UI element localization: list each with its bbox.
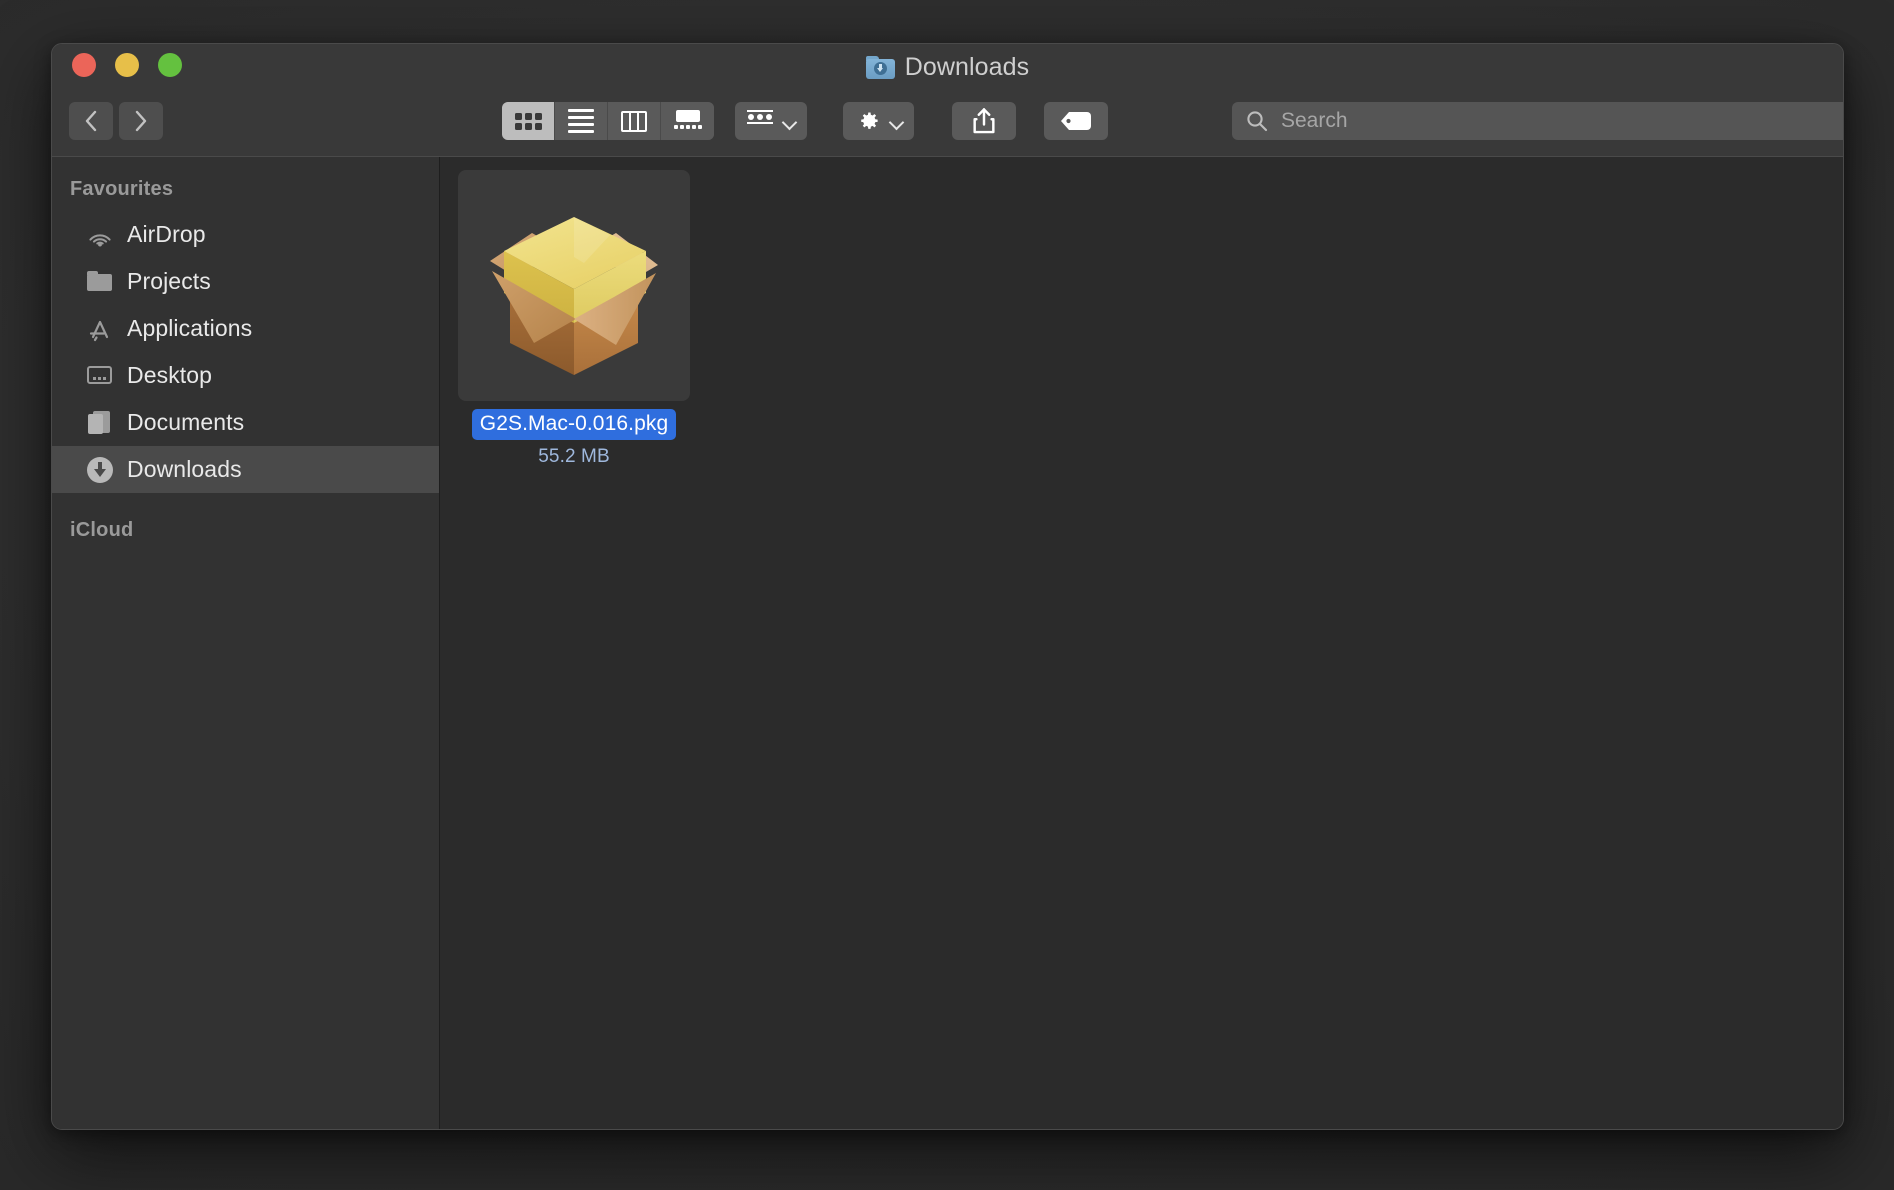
back-button[interactable] (69, 102, 113, 140)
sidebar-item-downloads[interactable]: Downloads (52, 446, 439, 493)
sidebar-item-label: Applications (127, 315, 253, 341)
window-title-text: Downloads (904, 52, 1030, 81)
share-button[interactable] (952, 102, 1016, 140)
tag-icon (1061, 112, 1091, 130)
tags-button[interactable] (1044, 102, 1108, 140)
window-body: Favourites AirDrop Projects Applications… (52, 157, 1843, 1129)
chevron-left-icon (85, 110, 97, 132)
chevron-down-icon (783, 117, 796, 125)
sidebar-item-projects[interactable]: Projects (52, 258, 439, 305)
desktop-icon (86, 362, 113, 389)
sidebar: Favourites AirDrop Projects Applications… (52, 157, 440, 1129)
sidebar-item-applications[interactable]: Applications (52, 305, 439, 352)
window-titlebar: Downloads Search (52, 44, 1843, 157)
icon-view-button[interactable] (502, 102, 555, 140)
sidebar-section-favourites-header: Favourites (70, 178, 174, 200)
file-item[interactable]: G2S.Mac-0.016.pkg 55.2 MB (458, 170, 690, 468)
view-mode-switcher (502, 102, 714, 140)
finder-window: Downloads Search Favourites AirDrop Proj… (51, 43, 1844, 1130)
column-view-button[interactable] (608, 102, 661, 140)
desktop-background: Downloads Search Favourites AirDrop Proj… (0, 0, 1894, 1190)
downloads-icon (86, 456, 113, 483)
traffic-light-buttons (72, 53, 182, 77)
group-by-button[interactable] (735, 102, 807, 140)
sidebar-item-label: Downloads (127, 456, 242, 482)
toolbar: Search (52, 92, 1843, 150)
file-grid: G2S.Mac-0.016.pkg 55.2 MB (440, 157, 1843, 1129)
search-input[interactable]: Search (1232, 102, 1843, 140)
sidebar-item-documents[interactable]: Documents (52, 399, 439, 446)
airdrop-icon (86, 221, 113, 248)
search-icon (1247, 111, 1268, 132)
window-title: Downloads (52, 52, 1843, 82)
grid-icon (514, 112, 542, 130)
applications-icon (86, 315, 113, 342)
sidebar-section-icloud-header: iCloud (70, 519, 134, 541)
sidebar-item-label: Documents (127, 409, 245, 435)
share-icon (973, 108, 995, 134)
forward-button[interactable] (119, 102, 163, 140)
action-menu-button[interactable] (843, 102, 914, 140)
sidebar-item-airdrop[interactable]: AirDrop (52, 211, 439, 258)
sidebar-item-label: Desktop (127, 362, 213, 388)
list-icon (568, 109, 594, 133)
close-button[interactable] (72, 53, 96, 77)
chevron-right-icon (135, 110, 147, 132)
folder-icon (86, 268, 113, 295)
list-view-button[interactable] (555, 102, 608, 140)
gear-icon (861, 112, 878, 129)
file-icon-tile[interactable] (458, 170, 690, 401)
sidebar-item-desktop[interactable]: Desktop (52, 352, 439, 399)
file-name-label[interactable]: G2S.Mac-0.016.pkg (471, 409, 677, 440)
search-placeholder: Search (1281, 109, 1348, 132)
gallery-icon (673, 110, 702, 132)
zoom-button[interactable] (158, 53, 182, 77)
documents-icon (86, 409, 113, 436)
chevron-down-icon (890, 117, 903, 125)
sidebar-item-label: Projects (127, 268, 211, 294)
columns-icon (621, 110, 647, 132)
downloads-folder-icon (865, 55, 895, 79)
group-icon (746, 110, 774, 132)
sidebar-item-label: AirDrop (127, 221, 206, 247)
gallery-view-button[interactable] (661, 102, 714, 140)
pkg-installer-box-icon (490, 216, 658, 375)
navigation-buttons (69, 102, 163, 140)
file-size-label: 55.2 MB (538, 446, 610, 467)
minimise-button[interactable] (115, 53, 139, 77)
